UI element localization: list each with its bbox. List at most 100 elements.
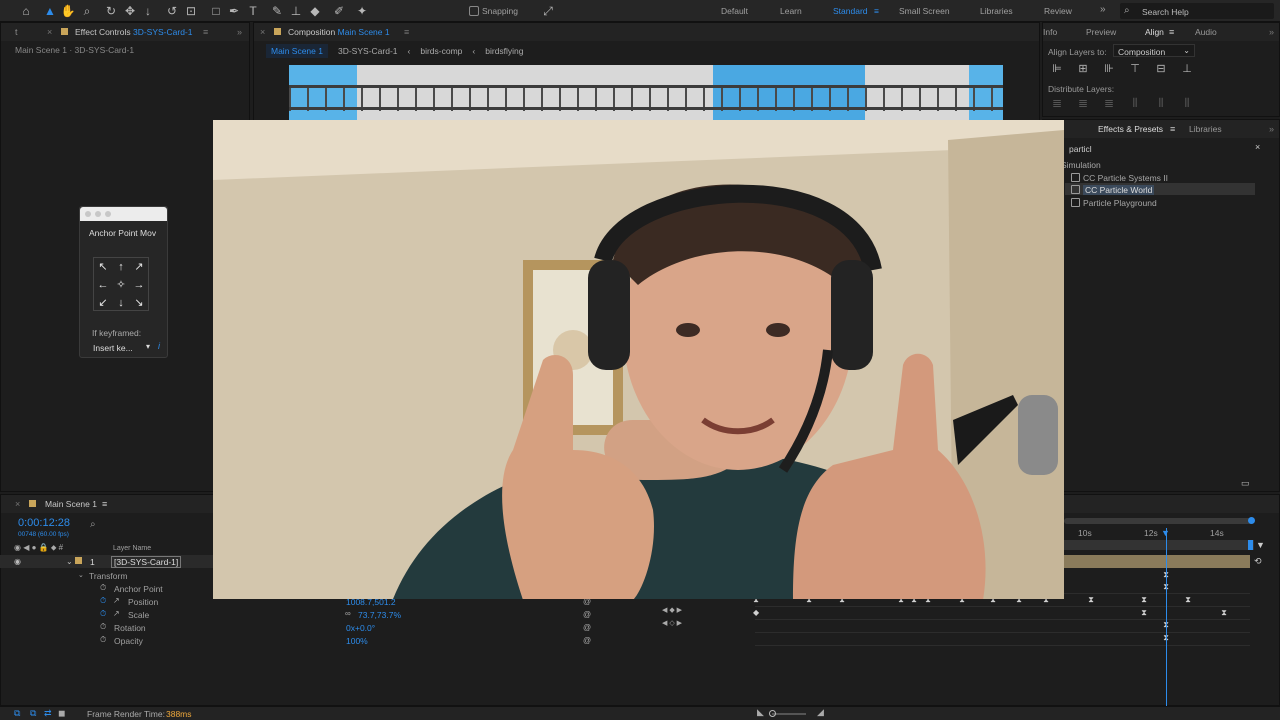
arrow-down-left-icon[interactable]: ↙	[94, 294, 112, 312]
transform-group-label[interactable]: Transform	[89, 571, 127, 581]
zoom-in-icon[interactable]: ◢	[817, 707, 824, 718]
timeline-search-icon[interactable]: ⌕	[90, 519, 96, 530]
window-titlebar[interactable]	[80, 207, 167, 221]
align-top-icon[interactable]: ⊤	[1127, 61, 1143, 77]
toggle-modes-icon[interactable]: ⧉	[30, 708, 36, 719]
workspace-libraries[interactable]: Libraries	[980, 6, 1013, 16]
workspace-small-screen[interactable]: Small Screen	[899, 6, 950, 16]
keyframe[interactable]: ⧗	[1185, 596, 1191, 604]
render-time-icon[interactable]: ◼	[58, 708, 65, 719]
layer-duration-bar[interactable]	[1064, 555, 1250, 568]
breadcrumb-main-scene[interactable]: Main Scene 1	[266, 44, 328, 58]
zoom-slider-handle[interactable]	[769, 710, 776, 717]
panel-overflow-icon[interactable]: »	[237, 27, 242, 37]
snapping-options-icon[interactable]: ⤢	[540, 3, 556, 19]
stopwatch-icon[interactable]: ⏱	[100, 635, 106, 645]
stopwatch-icon[interactable]: ⏱	[100, 622, 106, 632]
workspace-standard[interactable]: Standard	[833, 6, 868, 16]
keyframe-navigator-icon[interactable]: ◀ ◇ ▶	[662, 619, 682, 627]
new-folder-icon[interactable]: ▭	[1241, 478, 1250, 489]
keyframe[interactable]: ⧗	[1141, 609, 1147, 617]
transform-expand-icon[interactable]: ⌄	[78, 571, 84, 579]
panel-menu-icon[interactable]: ≡	[102, 499, 107, 509]
arrow-up-left-icon[interactable]: ↖	[94, 258, 112, 276]
toggle-in-out-icon[interactable]: ⇄	[44, 708, 52, 719]
zoom-tool-icon[interactable]: ⌕	[79, 3, 95, 19]
search-help-field[interactable]: ⌕ Search Help	[1120, 3, 1274, 19]
tab-libraries[interactable]: Libraries	[1189, 124, 1222, 134]
zoom-slider[interactable]	[772, 713, 806, 715]
hand-tool-icon[interactable]: ✋	[60, 3, 76, 19]
effect-item-cc-particle-systems[interactable]: CC Particle Systems II	[1083, 173, 1168, 183]
pen-tool-icon[interactable]: ✒	[226, 3, 242, 19]
breadcrumb-card[interactable]: 3D-SYS-Card-1	[338, 46, 398, 56]
snapping-checkbox[interactable]	[469, 6, 479, 16]
align-right-icon[interactable]: ⊪	[1101, 61, 1117, 77]
brush-tool-icon[interactable]: ✎	[269, 3, 285, 19]
tab-composition[interactable]: Composition Main Scene 1	[288, 27, 390, 37]
window-close-icon[interactable]	[85, 211, 91, 217]
layer-row[interactable]	[0, 555, 217, 568]
align-left-icon[interactable]: ⊫	[1049, 61, 1065, 77]
panel-menu-icon[interactable]: ≡	[1170, 124, 1175, 134]
center-anchor-icon[interactable]: ✧	[112, 276, 130, 294]
align-target-dropdown[interactable]: Composition ⌄	[1113, 44, 1195, 57]
keyframe[interactable]: ◆	[753, 609, 759, 617]
tab-info[interactable]: Info	[1043, 27, 1057, 37]
breadcrumb-birds-comp[interactable]: birds-comp	[420, 46, 462, 56]
keyframe[interactable]: ⧗	[1221, 609, 1227, 617]
expression-pickwhip-icon[interactable]: @	[583, 636, 591, 645]
arrow-down-icon[interactable]: ↓	[112, 294, 130, 312]
graph-icon[interactable]: ↗	[113, 609, 120, 618]
home-icon[interactable]: ⌂	[18, 3, 34, 19]
close-icon[interactable]: ×	[47, 27, 52, 37]
orbit-tool-icon[interactable]: ↻	[103, 3, 119, 19]
panel-menu-icon[interactable]: ≡	[404, 27, 409, 37]
opacity-value[interactable]: 100%	[346, 636, 368, 646]
comp-marker-icon[interactable]: ▼	[1256, 540, 1265, 550]
puppet-pin-icon[interactable]: ✦	[354, 3, 370, 19]
pan-tool-icon[interactable]: ✥	[122, 3, 138, 19]
arrow-right-icon[interactable]: →	[130, 276, 148, 294]
tab-effects-presets[interactable]: Effects & Presets	[1098, 124, 1163, 134]
expand-chevron-icon[interactable]: ⌄	[66, 557, 73, 566]
workspace-overflow-icon[interactable]: »	[1100, 4, 1106, 15]
breadcrumb-birdsflying[interactable]: birdsflying	[485, 46, 523, 56]
zoom-handle[interactable]	[1248, 517, 1255, 524]
rotation-value[interactable]: 0x+0.0°	[346, 623, 375, 633]
close-icon[interactable]: ×	[260, 27, 265, 37]
playhead-handle[interactable]: ▼	[1161, 528, 1170, 538]
prev-panel-tab-icon[interactable]: t	[15, 27, 18, 37]
panel-menu-icon[interactable]: ≡	[203, 27, 208, 37]
rectangle-tool-icon[interactable]: □	[208, 3, 224, 19]
work-area-bar[interactable]	[1064, 540, 1254, 550]
align-v-center-icon[interactable]: ⊟	[1153, 61, 1169, 77]
keyframe-mode-dropdown[interactable]: Insert ke... ▾	[92, 342, 150, 354]
keyframe-navigator-icon[interactable]: ◀ ◆ ▶	[662, 606, 682, 614]
tab-preview[interactable]: Preview	[1086, 27, 1116, 37]
workspace-review[interactable]: Review	[1044, 6, 1072, 16]
align-h-center-icon[interactable]: ⊞	[1075, 61, 1091, 77]
align-bottom-icon[interactable]: ⊥	[1179, 61, 1195, 77]
panel-overflow-icon[interactable]: »	[1269, 27, 1274, 37]
timeline-zoom-bar[interactable]	[1064, 518, 1254, 524]
stopwatch-icon[interactable]: ⏱	[100, 583, 106, 593]
arrow-down-right-icon[interactable]: ↘	[130, 294, 148, 312]
arrow-up-right-icon[interactable]: ↗	[130, 258, 148, 276]
eraser-tool-icon[interactable]: ◆	[307, 3, 323, 19]
tab-effect-controls[interactable]: Effect Controls 3D-SYS-Card-1	[75, 27, 193, 37]
clone-stamp-icon[interactable]: ⊥	[288, 3, 304, 19]
roto-brush-icon[interactable]: ✐	[331, 3, 347, 19]
type-tool-icon[interactable]: T	[245, 3, 261, 19]
workspace-default[interactable]: Default	[721, 6, 748, 16]
window-minimize-icon[interactable]	[95, 211, 101, 217]
keyframe[interactable]: ⧗	[1141, 596, 1147, 604]
workspace-menu-icon[interactable]: ≡	[874, 6, 879, 16]
arrow-up-icon[interactable]: ↑	[112, 258, 130, 276]
panel-menu-icon[interactable]: ≡	[1169, 27, 1174, 37]
layer-label-color[interactable]	[75, 557, 82, 564]
info-icon[interactable]: i	[158, 341, 160, 351]
effect-item-particle-playground[interactable]: Particle Playground	[1083, 198, 1157, 208]
effects-search-input[interactable]: particl	[1065, 142, 1261, 155]
keyframe[interactable]: ⧗	[1088, 596, 1094, 604]
